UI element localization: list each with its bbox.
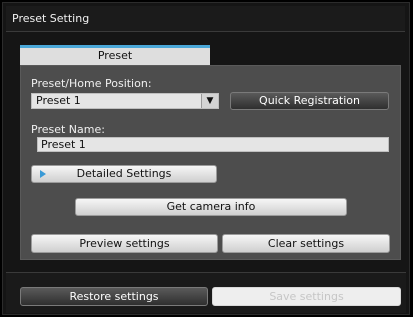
detailed-settings-button[interactable]: Detailed Settings (31, 165, 217, 183)
restore-settings-button[interactable]: Restore settings (20, 287, 208, 306)
preset-select-value: Preset 1 (36, 94, 81, 107)
chevron-down-icon[interactable]: ▼ (201, 94, 218, 108)
window-title: Preset Setting (12, 12, 90, 25)
get-camera-info-button[interactable]: Get camera info (75, 198, 347, 216)
preset-home-position-label: Preset/Home Position: (31, 77, 152, 90)
save-settings-button[interactable]: Save settings (212, 287, 401, 306)
preset-name-field[interactable]: Preset 1 (37, 137, 389, 152)
tab-preset[interactable]: Preset (20, 45, 210, 65)
preset-name-label: Preset Name: (31, 123, 105, 136)
title-bar: Preset Setting (6, 6, 405, 32)
quick-registration-button[interactable]: Quick Registration (230, 92, 389, 110)
preset-home-position-select[interactable]: Preset 1 ▼ (31, 93, 219, 109)
detailed-settings-label: Detailed Settings (76, 167, 172, 180)
play-icon (40, 170, 46, 178)
clear-settings-button[interactable]: Clear settings (222, 234, 390, 253)
preview-settings-button[interactable]: Preview settings (31, 234, 218, 253)
